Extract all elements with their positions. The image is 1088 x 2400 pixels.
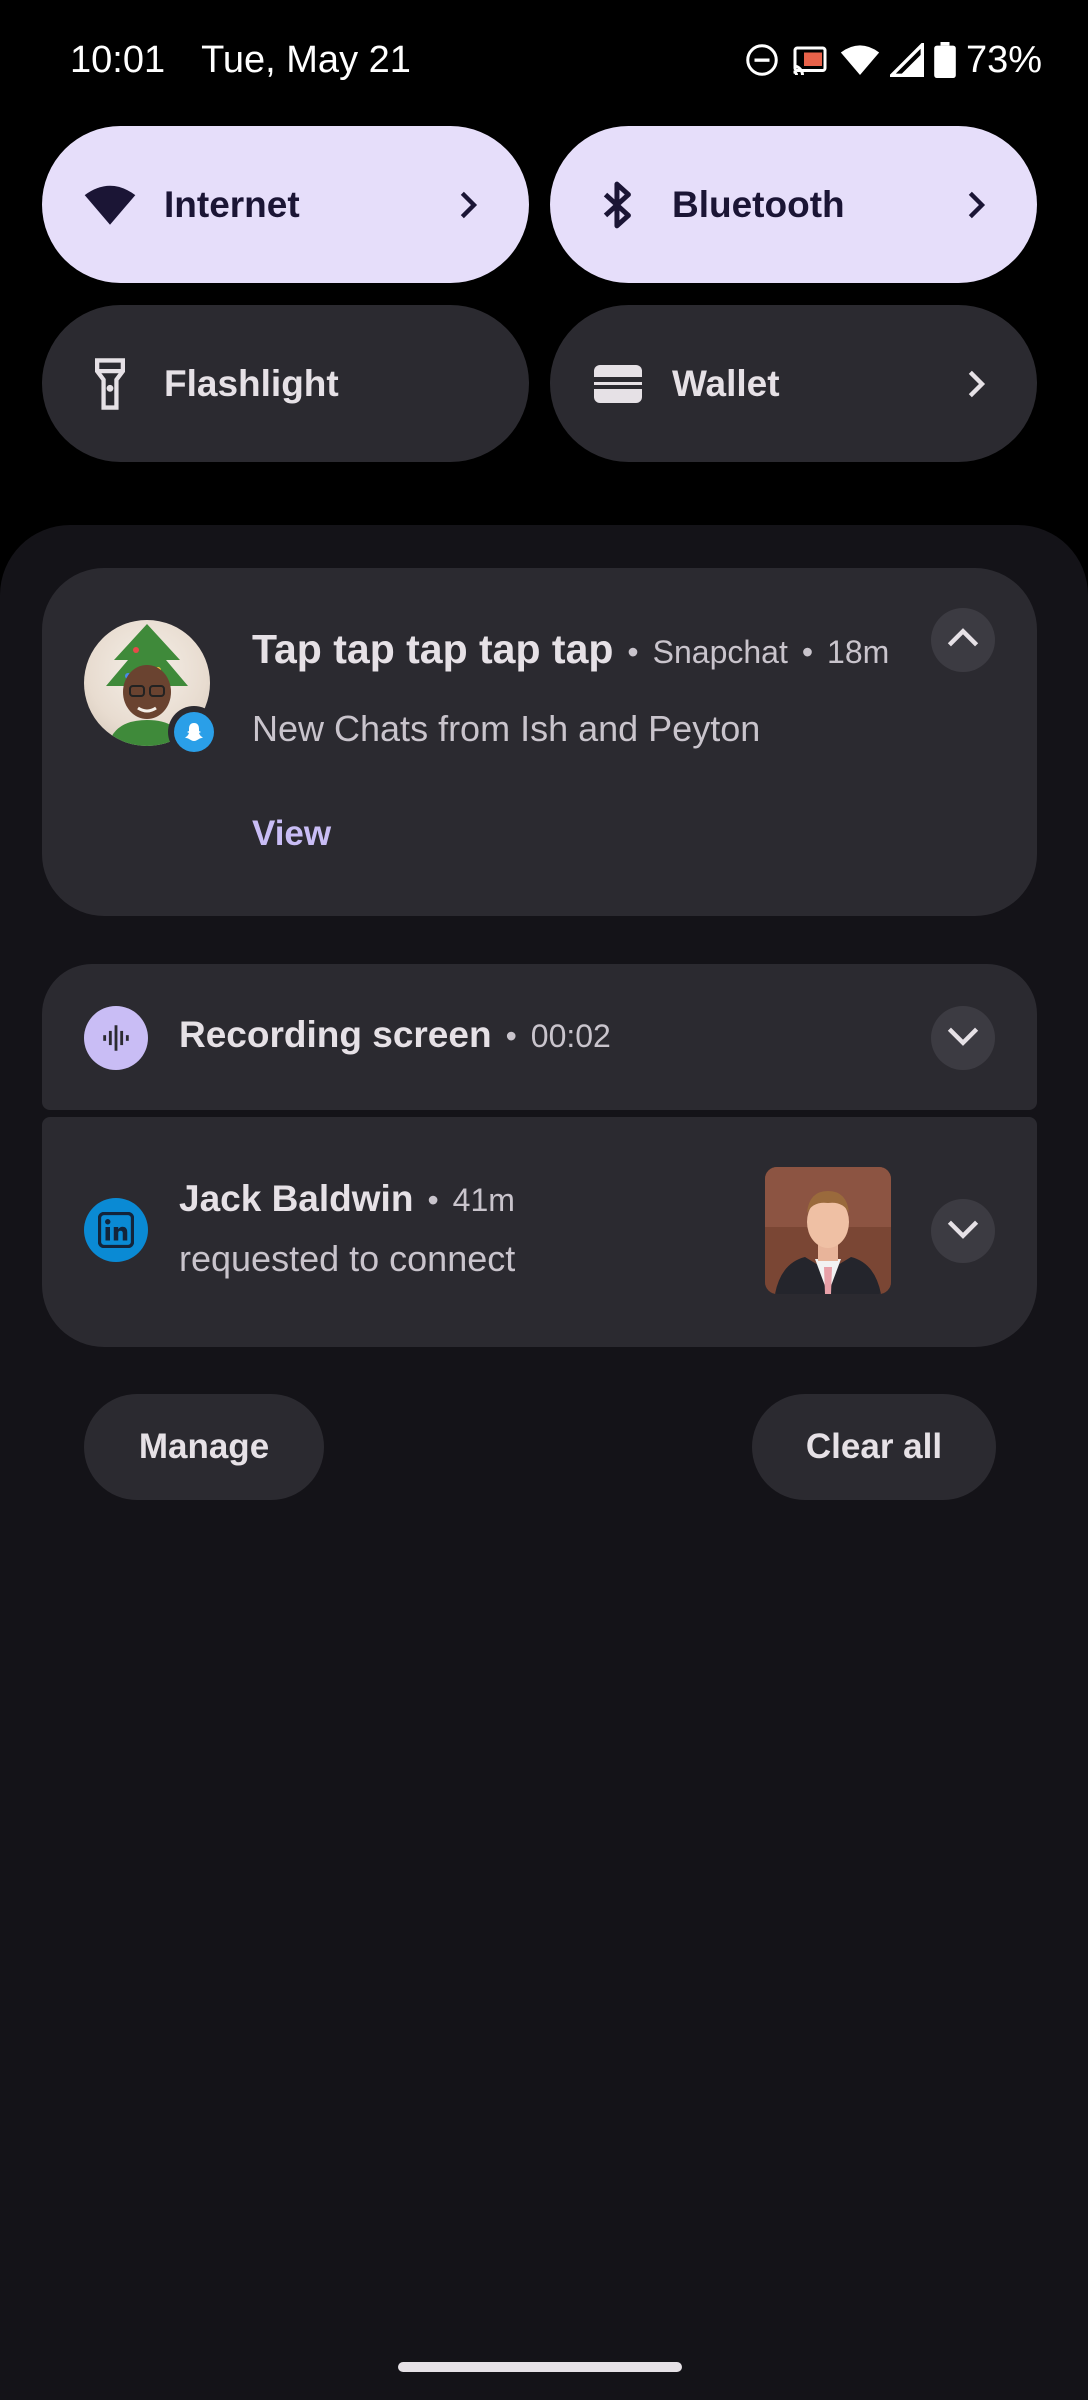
snapchat-ghost-icon	[168, 706, 220, 758]
linkedin-icon	[84, 1198, 148, 1262]
bluetooth-icon	[590, 177, 646, 233]
chevron-right-icon	[957, 364, 997, 404]
linkedin-title: Jack Baldwin	[179, 1178, 414, 1219]
chevron-right-icon	[957, 185, 997, 225]
expand-button[interactable]	[931, 1006, 995, 1070]
tile-bluetooth-label: Bluetooth	[672, 183, 845, 225]
chevron-down-icon	[946, 1218, 980, 1245]
tile-internet[interactable]: Internet	[42, 126, 529, 283]
separator-dot: •	[801, 634, 814, 670]
tile-internet-label: Internet	[164, 183, 300, 225]
collapse-button[interactable]	[931, 608, 995, 672]
recording-header: Recording screen • 00:02	[179, 1014, 611, 1056]
snapchat-body: New Chats from Ish and Peyton	[252, 708, 761, 749]
wifi-icon	[840, 42, 880, 78]
linkedin-body: requested to connect	[179, 1238, 516, 1279]
wallet-icon	[590, 356, 646, 412]
view-button[interactable]: View	[252, 814, 331, 854]
battery-percent: 73%	[965, 38, 1042, 81]
tile-flashlight[interactable]: Flashlight	[42, 305, 529, 462]
snapchat-app-name: Snapchat	[652, 634, 788, 670]
cast-icon	[790, 42, 830, 78]
clear-all-button[interactable]: Clear all	[752, 1394, 996, 1500]
linkedin-time: 41m	[452, 1182, 515, 1218]
wifi-icon	[82, 177, 138, 233]
chevron-right-icon	[449, 185, 489, 225]
recording-elapsed: 00:02	[530, 1018, 611, 1054]
tile-flashlight-label: Flashlight	[164, 362, 339, 404]
battery-icon	[934, 42, 956, 78]
audio-wave-icon	[84, 1006, 148, 1070]
separator-dot: •	[627, 634, 639, 670]
cell-signal-icon	[889, 43, 924, 77]
status-date: Tue, May 21	[201, 38, 411, 81]
separator-dot: •	[505, 1018, 517, 1054]
tile-bluetooth[interactable]: Bluetooth	[550, 126, 1037, 283]
profile-photo	[765, 1167, 891, 1294]
tile-wallet-label: Wallet	[672, 362, 780, 404]
separator-dot: •	[427, 1182, 439, 1218]
recording-title: Recording screen	[179, 1014, 492, 1055]
chevron-up-icon	[946, 627, 980, 654]
home-gesture-bar[interactable]	[398, 2362, 682, 2372]
chevron-down-icon	[946, 1025, 980, 1052]
tile-wallet[interactable]: Wallet	[550, 305, 1037, 462]
status-time: 10:01	[70, 38, 166, 81]
manage-button[interactable]: Manage	[84, 1394, 324, 1500]
snapchat-header: Tap tap tap tap tap • Snapchat • 18m	[252, 626, 889, 673]
snapchat-title: Tap tap tap tap tap	[252, 626, 614, 672]
flashlight-icon	[82, 356, 138, 412]
expand-button[interactable]	[931, 1199, 995, 1263]
do-not-disturb-icon	[744, 42, 780, 78]
snapchat-time: 18m	[827, 634, 890, 670]
status-bar: 10:01 Tue, May 21 73%	[0, 0, 1088, 120]
linkedin-header: Jack Baldwin • 41m	[179, 1178, 515, 1220]
